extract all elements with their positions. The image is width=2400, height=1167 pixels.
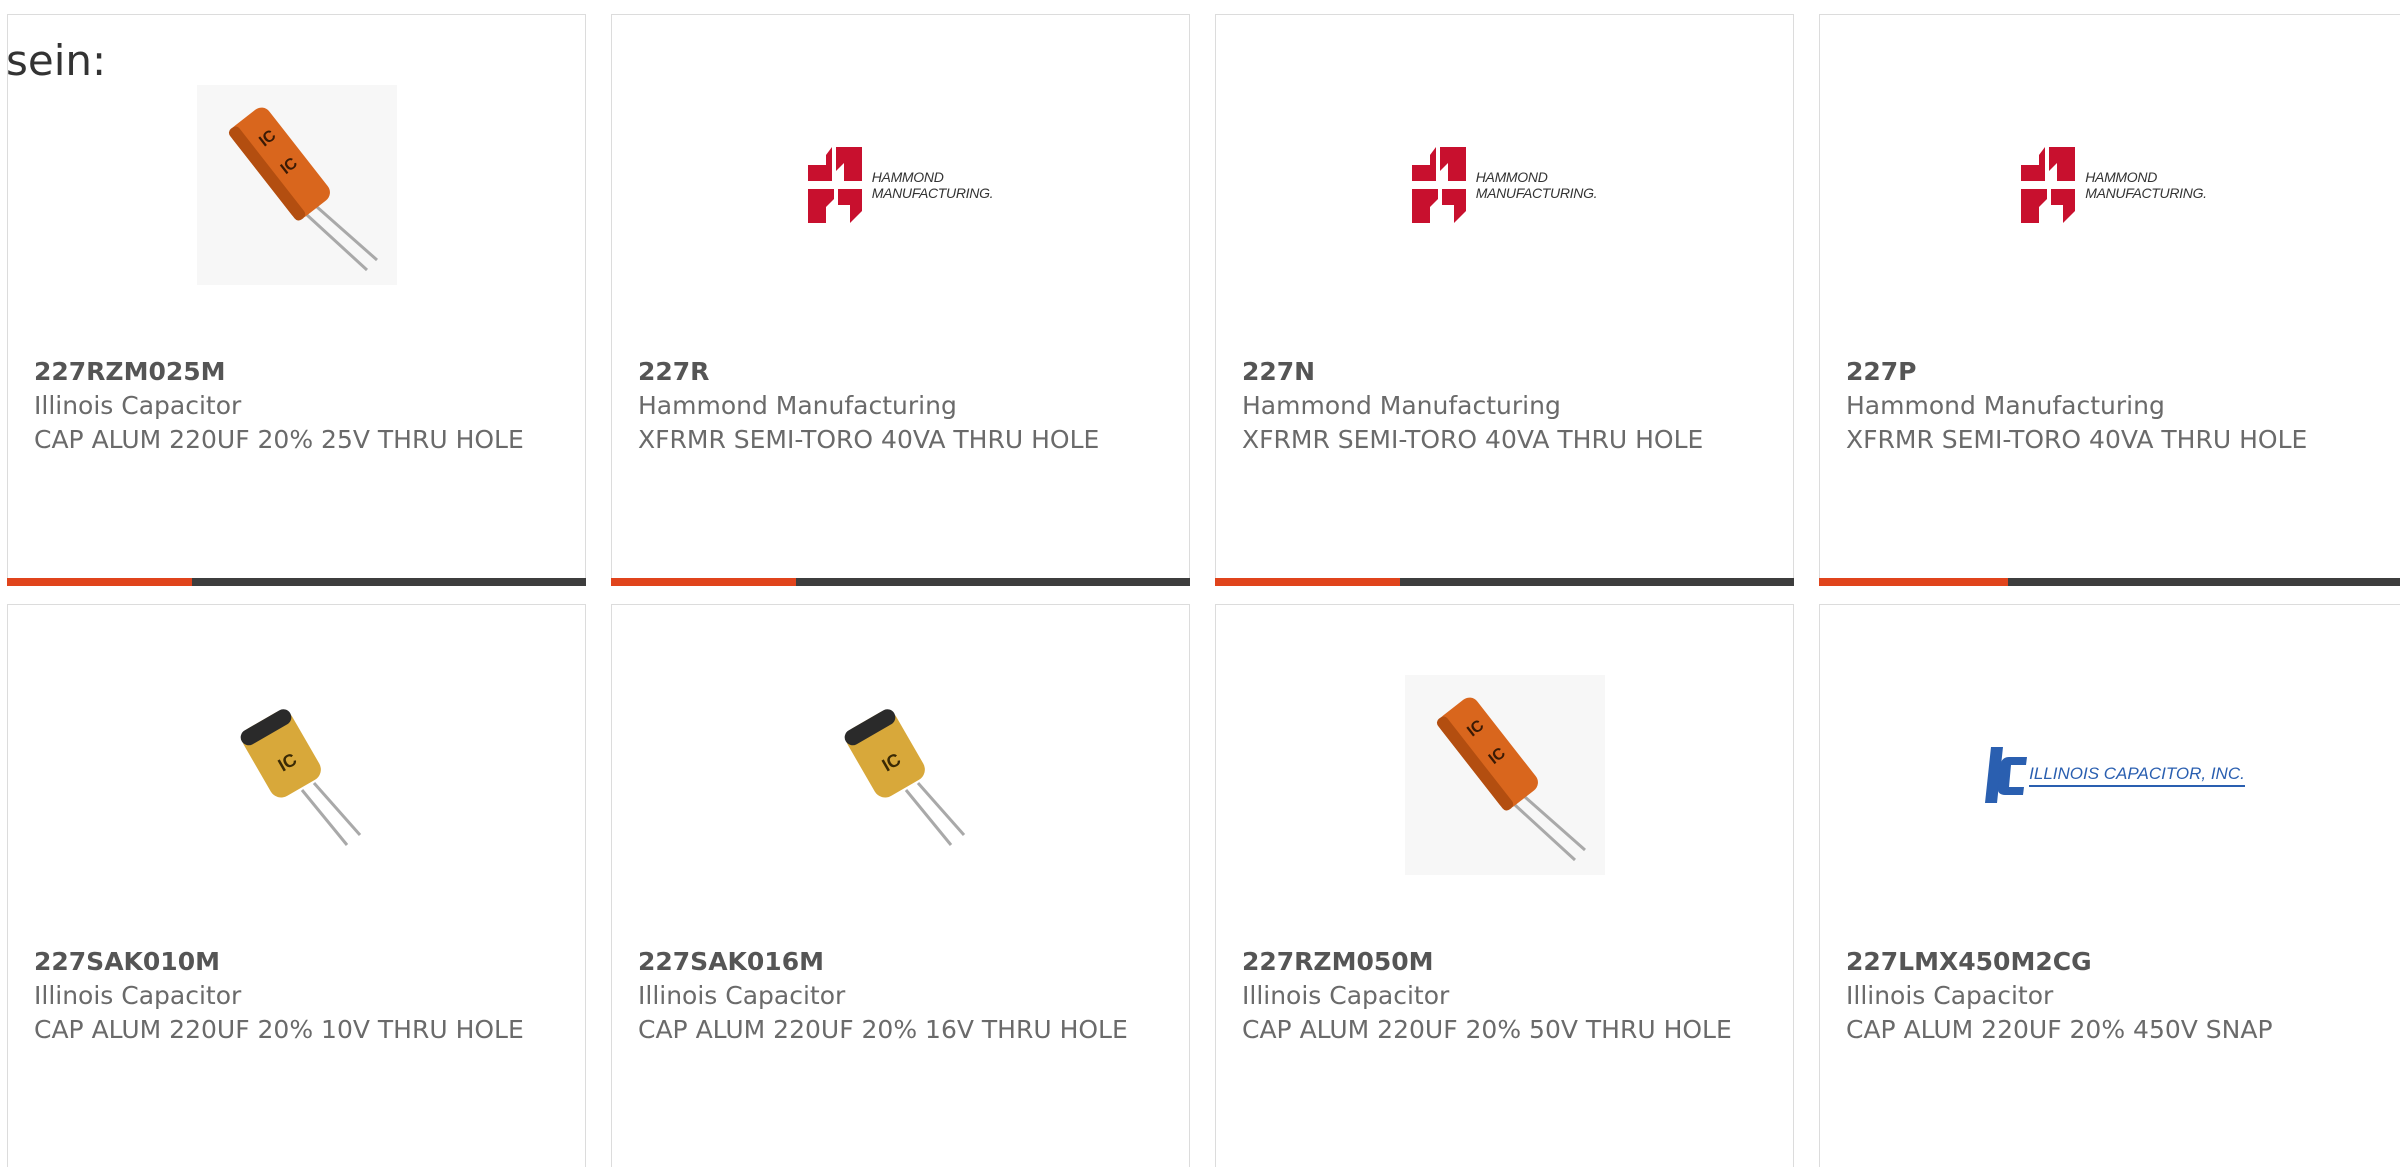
progress-fill (1215, 578, 1401, 586)
progress-bar (1215, 578, 1794, 586)
part-number-link[interactable]: 227RZM050M (1242, 945, 1773, 979)
product-description: CAP ALUM 220UF 20% 16V THRU HOLE (638, 1015, 1128, 1044)
product-card[interactable]: IC 227SAK016M Illinois Capacitor CAP ALU… (611, 604, 1190, 1167)
product-description: XFRMR SEMI-TORO 40VA THRU HOLE (638, 425, 1100, 454)
product-image[interactable]: ILLINOIS CAPACITOR, INC. (1820, 605, 2400, 945)
product-card[interactable]: HAMMOND MANUFACTURING. 227P Hammond Manu… (1819, 14, 2400, 586)
part-number-link[interactable]: 227N (1242, 355, 1773, 389)
hammond-logo: HAMMOND MANUFACTURING. (1411, 147, 1598, 223)
part-number-link[interactable]: 227LMX450M2CG (1846, 945, 2388, 979)
product-description: CAP ALUM 220UF 20% 25V THRU HOLE (34, 425, 524, 454)
product-description: CAP ALUM 220UF 20% 10V THRU HOLE (34, 1015, 524, 1044)
progress-bar (1819, 578, 2400, 586)
ic-logo-icon (1985, 747, 2028, 803)
hammond-logo-text: HAMMOND MANUFACTURING. (871, 169, 994, 201)
progress-bar (7, 578, 586, 586)
part-number-link[interactable]: 227R (638, 355, 1169, 389)
illinois-capacitor-logo: ILLINOIS CAPACITOR, INC. (1983, 747, 2245, 803)
product-info: 227SAK016M Illinois Capacitor CAP ALUM 2… (638, 945, 1169, 1047)
product-card[interactable]: ILLINOIS CAPACITOR, INC. 227LMX450M2CG I… (1819, 604, 2400, 1167)
part-number-link[interactable]: 227SAK016M (638, 945, 1169, 979)
product-card[interactable]: HAMMOND MANUFACTURING. 227R Hammond Manu… (611, 14, 1190, 586)
gold-capacitor-icon: IC (240, 709, 361, 846)
product-image[interactable]: IC IC (1216, 605, 1793, 945)
progress-fill (1819, 578, 2008, 586)
orange-capacitor-icon: IC IC (196, 85, 397, 285)
manufacturer-name: Illinois Capacitor (34, 391, 242, 420)
intro-text: sein: (6, 36, 107, 85)
product-description: XFRMR SEMI-TORO 40VA THRU HOLE (1846, 425, 2308, 454)
progress-bar (611, 578, 1190, 586)
hammond-logo-icon (807, 147, 862, 223)
hammond-logo-icon (2021, 147, 2076, 223)
product-info: 227P Hammond Manufacturing XFRMR SEMI-TO… (1846, 355, 2388, 457)
product-info: 227N Hammond Manufacturing XFRMR SEMI-TO… (1242, 355, 1773, 457)
product-card[interactable]: IC 227SAK010M Illinois Capacitor CAP ALU… (7, 604, 586, 1167)
hammond-logo: HAMMOND MANUFACTURING. (807, 147, 994, 223)
hammond-logo: HAMMOND MANUFACTURING. (2021, 147, 2207, 223)
product-card[interactable]: IC IC 227RZM050M Illinois Capacitor CAP … (1215, 604, 1794, 1167)
part-number-link[interactable]: 227P (1846, 355, 2388, 389)
manufacturer-name: Hammond Manufacturing (1242, 391, 1561, 420)
ic-logo-text: ILLINOIS CAPACITOR, INC. (2029, 764, 2245, 787)
orange-capacitor-icon: IC IC (1404, 675, 1605, 875)
product-description: CAP ALUM 220UF 20% 50V THRU HOLE (1242, 1015, 1732, 1044)
product-info: 227LMX450M2CG Illinois Capacitor CAP ALU… (1846, 945, 2388, 1047)
hammond-logo-text: HAMMOND MANUFACTURING. (2085, 169, 2207, 201)
product-description: XFRMR SEMI-TORO 40VA THRU HOLE (1242, 425, 1704, 454)
product-image[interactable]: IC (8, 605, 585, 945)
product-image[interactable]: IC (612, 605, 1189, 945)
manufacturer-name: Hammond Manufacturing (1846, 391, 2165, 420)
manufacturer-name: Illinois Capacitor (34, 981, 242, 1010)
manufacturer-name: Illinois Capacitor (1242, 981, 1450, 1010)
product-info: 227RZM050M Illinois Capacitor CAP ALUM 2… (1242, 945, 1773, 1047)
product-image[interactable]: HAMMOND MANUFACTURING. (612, 15, 1189, 355)
part-number-link[interactable]: 227SAK010M (34, 945, 565, 979)
product-grid-page: sein: IC IC 227RZM025M Illinois Capacito… (0, 0, 2400, 1167)
manufacturer-name: Illinois Capacitor (638, 981, 846, 1010)
gold-capacitor-icon: IC (844, 709, 965, 846)
product-card[interactable]: IC IC 227RZM025M Illinois Capacitor CAP … (7, 14, 586, 586)
hammond-logo-icon (1411, 147, 1466, 223)
product-info: 227R Hammond Manufacturing XFRMR SEMI-TO… (638, 355, 1169, 457)
progress-fill (7, 578, 193, 586)
manufacturer-name: Illinois Capacitor (1846, 981, 2054, 1010)
product-info: 227SAK010M Illinois Capacitor CAP ALUM 2… (34, 945, 565, 1047)
product-card[interactable]: HAMMOND MANUFACTURING. 227N Hammond Manu… (1215, 14, 1794, 586)
product-info: 227RZM025M Illinois Capacitor CAP ALUM 2… (34, 355, 565, 457)
progress-fill (611, 578, 797, 586)
manufacturer-name: Hammond Manufacturing (638, 391, 957, 420)
hammond-logo-text: HAMMOND MANUFACTURING. (1475, 169, 1598, 201)
product-description: CAP ALUM 220UF 20% 450V SNAP (1846, 1015, 2273, 1044)
part-number-link[interactable]: 227RZM025M (34, 355, 565, 389)
product-image[interactable]: HAMMOND MANUFACTURING. (1216, 15, 1793, 355)
product-image[interactable]: HAMMOND MANUFACTURING. (1820, 15, 2400, 355)
